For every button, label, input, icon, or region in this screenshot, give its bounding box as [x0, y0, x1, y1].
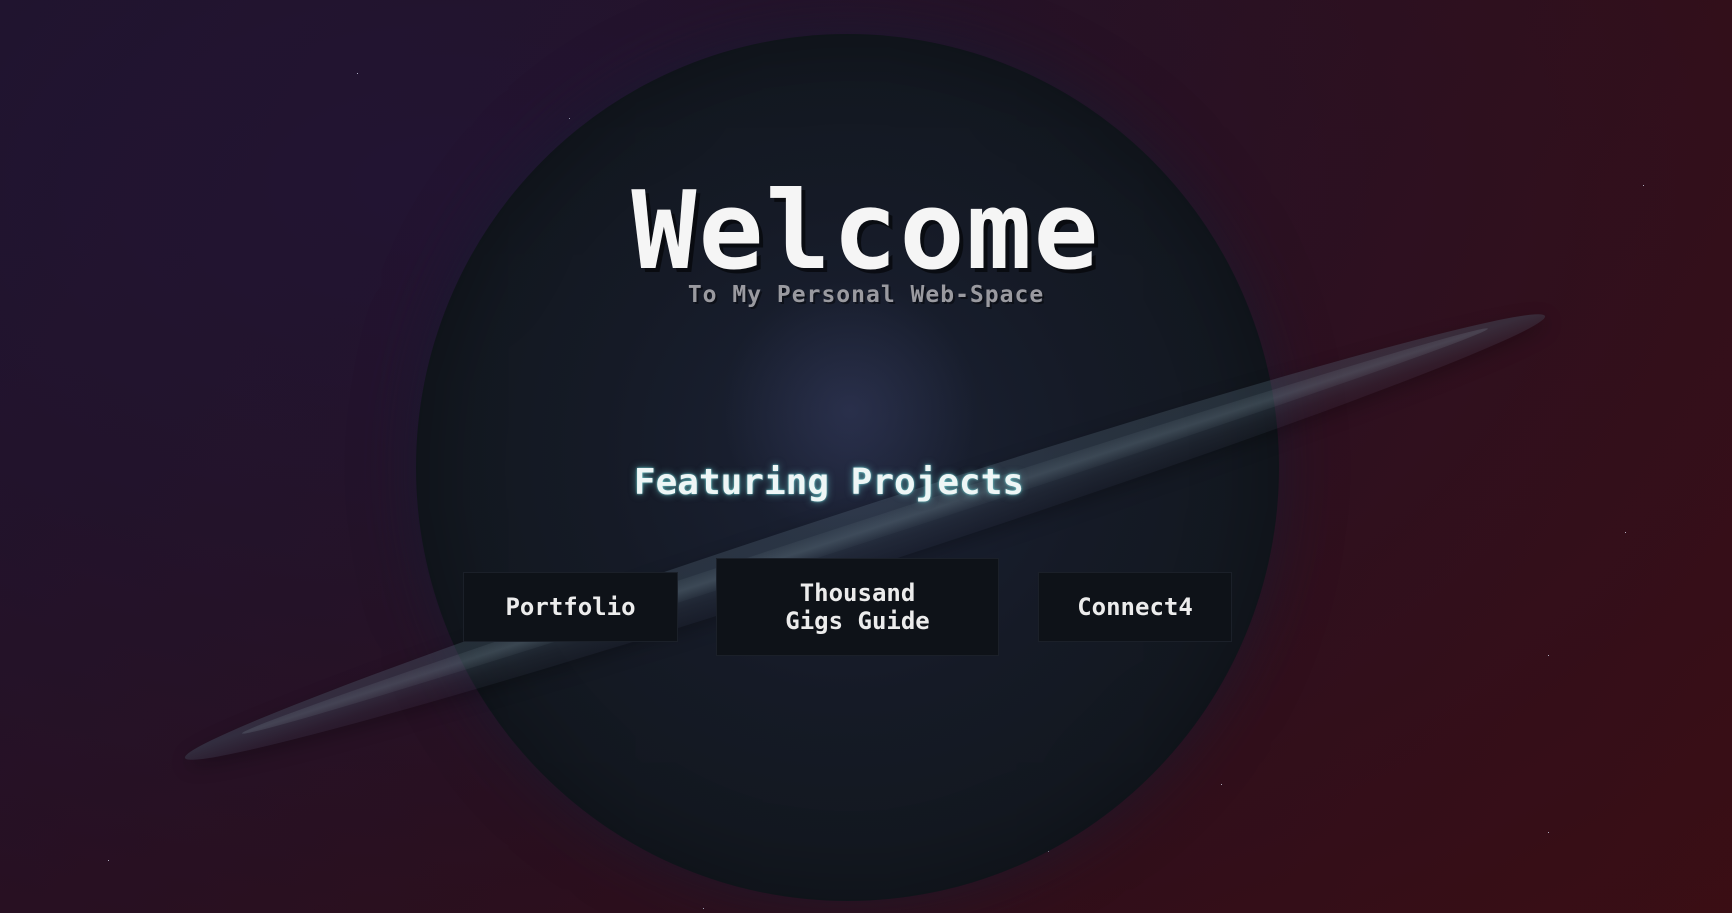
thousand-gigs-guide-label-line2: Gigs Guide	[785, 607, 930, 635]
star	[703, 908, 704, 909]
connect4-button[interactable]: Connect4	[1038, 572, 1232, 642]
star	[1221, 784, 1222, 785]
star	[1548, 655, 1549, 656]
connect4-button-label: Connect4	[1077, 593, 1193, 621]
star	[1625, 532, 1626, 533]
thousand-gigs-guide-label-line1: Thousand	[799, 579, 916, 607]
welcome-title: Welcome	[631, 169, 1101, 294]
star	[108, 860, 109, 861]
star	[1548, 832, 1549, 833]
portfolio-button[interactable]: Portfolio	[463, 572, 678, 642]
featuring-projects-heading: Featuring Projects	[633, 462, 1025, 503]
star	[569, 118, 570, 119]
portfolio-button-label: Portfolio	[505, 593, 636, 621]
welcome-subtitle: To My Personal Web-Space	[687, 282, 1045, 308]
hero: Welcome To My Personal Web-Space	[0, 169, 1732, 309]
thousand-gigs-guide-button[interactable]: Thousand Gigs Guide	[716, 558, 999, 656]
thousand-gigs-guide-button-label: Thousand Gigs Guide	[785, 579, 930, 635]
star	[357, 73, 358, 74]
